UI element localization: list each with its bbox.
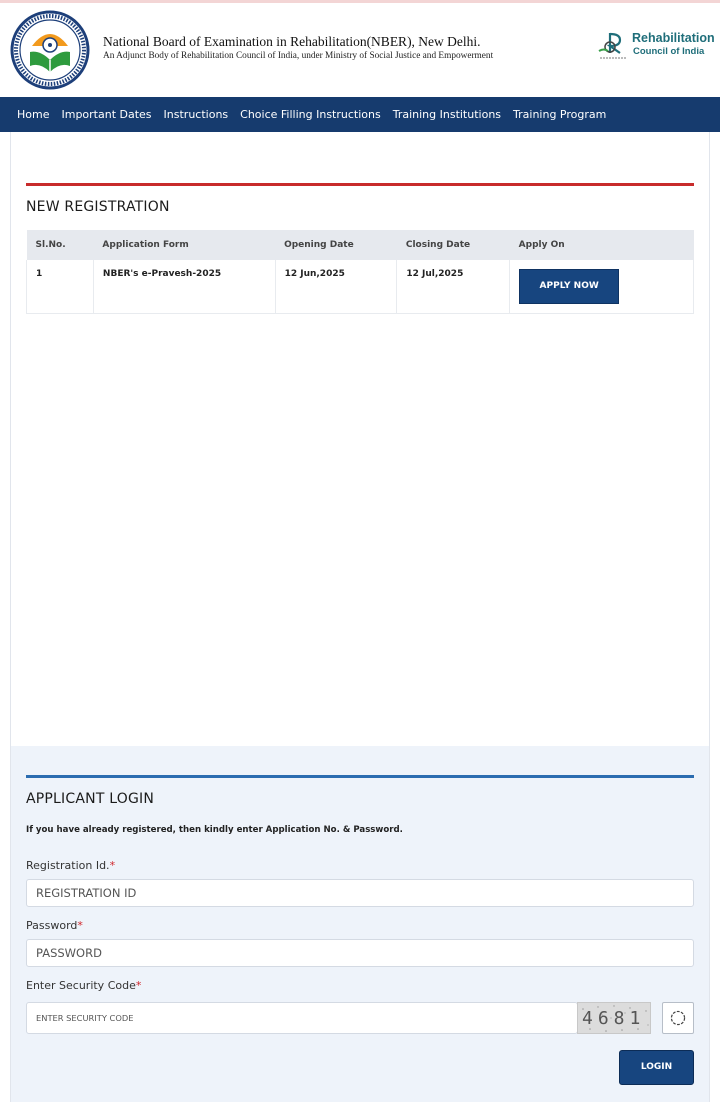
captcha-image: 4681 xyxy=(577,1002,651,1034)
login-note: If you have already registered, then kin… xyxy=(26,825,403,835)
login-rule xyxy=(26,775,694,778)
nav-home[interactable]: Home xyxy=(11,108,55,121)
security-code-placeholder: ENTER SECURITY CODE xyxy=(36,1013,134,1023)
nav-instructions[interactable]: Instructions xyxy=(158,108,235,121)
nav-training-program[interactable]: Training Program xyxy=(507,108,612,121)
required-mark: * xyxy=(77,919,83,932)
org-subtitle: An Adjunct Body of Rehabilitation Counci… xyxy=(103,51,494,61)
rci-name-line1: Rehabilitation xyxy=(632,31,715,45)
registration-id-label: Registration Id.* xyxy=(26,859,115,872)
registration-title: NEW REGISTRATION xyxy=(26,199,170,215)
refresh-icon xyxy=(670,1010,686,1026)
login-button[interactable]: LOGIN xyxy=(619,1050,694,1085)
nav-choice-filling-instructions[interactable]: Choice Filling Instructions xyxy=(234,108,387,121)
table-header-row: Sl.No. Application Form Opening Date Clo… xyxy=(26,230,694,260)
password-placeholder: PASSWORD xyxy=(36,946,102,960)
col-sl-no: Sl.No. xyxy=(26,230,94,260)
cell-closing-date: 12 Jul,2025 xyxy=(396,260,511,314)
main-nav: Home Important Dates Instructions Choice… xyxy=(0,97,720,132)
table-row: 1 NBER's e-Pravesh-2025 12 Jun,2025 12 J… xyxy=(26,260,694,314)
registration-table: Sl.No. Application Form Opening Date Clo… xyxy=(26,230,694,314)
required-mark: * xyxy=(135,979,142,992)
registration-id-placeholder: REGISTRATION ID xyxy=(36,886,137,900)
cell-application-form: NBER's e-Pravesh-2025 xyxy=(93,260,276,314)
apply-now-button[interactable]: APPLY NOW xyxy=(519,269,620,304)
cell-opening-date: 12 Jun,2025 xyxy=(275,260,398,314)
nber-emblem-icon xyxy=(10,10,90,90)
security-code-label-text: Enter Security Code xyxy=(26,979,136,992)
password-label: Password* xyxy=(26,919,83,932)
cell-sl-no: 1 xyxy=(26,260,94,314)
col-apply-on: Apply On xyxy=(509,230,694,260)
site-header: National Board of Examination in Rehabil… xyxy=(0,3,720,97)
refresh-captcha-button[interactable] xyxy=(662,1002,694,1034)
rci-logo-icon xyxy=(598,32,626,59)
required-mark: * xyxy=(109,859,116,872)
nav-training-institutions[interactable]: Training Institutions xyxy=(387,108,507,121)
password-input[interactable]: PASSWORD xyxy=(26,939,694,967)
col-opening-date: Opening Date xyxy=(275,230,397,260)
rci-name-line2: Council of India xyxy=(633,45,705,57)
security-code-input[interactable]: ENTER SECURITY CODE xyxy=(26,1002,578,1034)
col-application-form: Application Form xyxy=(93,230,276,260)
login-title: APPLICANT LOGIN xyxy=(26,791,154,807)
password-label-text: Password xyxy=(26,919,78,932)
captcha-text: 4681 xyxy=(582,1008,646,1029)
registration-id-input[interactable]: REGISTRATION ID xyxy=(26,879,694,907)
cell-apply-on: APPLY NOW xyxy=(509,260,694,314)
rci-name: Rehabilitation Council of India xyxy=(632,32,715,56)
registration-id-label-text: Registration Id. xyxy=(26,859,110,872)
col-closing-date: Closing Date xyxy=(396,230,510,260)
nav-important-dates[interactable]: Important Dates xyxy=(55,108,157,121)
registration-rule xyxy=(26,183,694,186)
org-title: National Board of Examination in Rehabil… xyxy=(103,34,481,49)
security-code-label: Enter Security Code* xyxy=(26,979,141,992)
